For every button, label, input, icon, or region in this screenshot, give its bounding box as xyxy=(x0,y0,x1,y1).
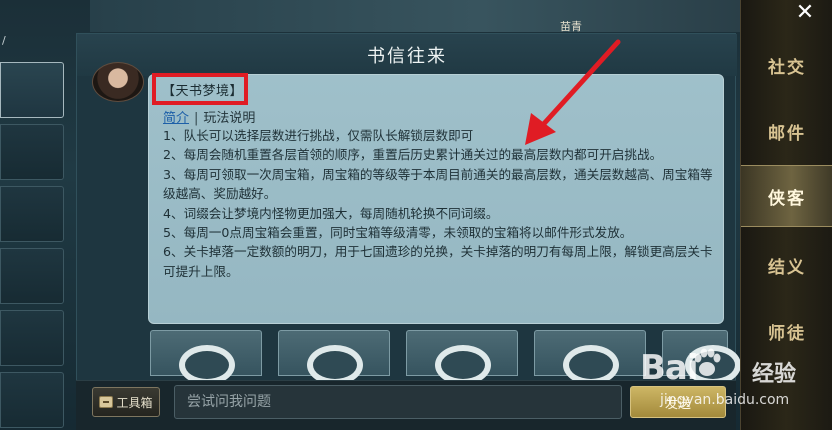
chest-dome-icon xyxy=(179,345,235,385)
rule-line: 2、每周会随机重置各层首领的顺序，重置后历史累计通关过的最高层数内都可开启挑战。 xyxy=(163,147,663,163)
left-list-item[interactable] xyxy=(0,372,64,428)
left-list-item[interactable] xyxy=(0,248,64,304)
reward-tile[interactable] xyxy=(406,330,518,385)
chest-dome-icon xyxy=(685,345,741,385)
left-list: / xyxy=(0,32,66,430)
message-content: 1、队长可以选择层数进行挑战，仅需队长解锁层数即可 2、每周会随机重置各层首领的… xyxy=(163,126,718,281)
rule-line: 6、关卡掉落一定数额的明刀，用于七国遗珍的兑换，关卡掉落的明刀有每周上限，解锁更… xyxy=(163,244,713,279)
rules-tab[interactable]: 玩法说明 xyxy=(203,111,255,126)
nav-item-mail[interactable]: 邮件 xyxy=(741,100,832,162)
rule-line: 4、词缀会让梦境内怪物更加强大，每周随机轮换不同词缀。 xyxy=(163,205,499,221)
avatar[interactable] xyxy=(92,62,144,102)
nav-item-master[interactable]: 师徒 xyxy=(741,300,832,362)
left-list-item[interactable] xyxy=(0,62,64,118)
intro-link[interactable]: 简介 xyxy=(163,111,189,126)
panel-title: 书信往来 xyxy=(77,34,737,76)
nav-item-sworn[interactable]: 结义 xyxy=(741,234,832,296)
toolbox-button[interactable]: 工具箱 xyxy=(92,387,160,417)
toolbox-label: 工具箱 xyxy=(116,395,153,410)
message-tabs: 简介 | 玩法说明 xyxy=(163,107,255,126)
top-banner-strip: 苗青 xyxy=(90,0,740,33)
top-banner-partial-text: 苗青 xyxy=(560,20,582,33)
rule-line: 1、队长可以选择层数进行挑战，仅需队长解锁层数即可 xyxy=(163,128,474,143)
send-button[interactable]: 发送 xyxy=(630,386,726,418)
chat-input[interactable] xyxy=(174,385,622,419)
message-tag: 【天书梦境】 xyxy=(162,84,244,99)
left-list-marker: / xyxy=(2,34,6,47)
right-nav: 社交 邮件 侠客 结义 师徒 xyxy=(740,0,832,430)
nav-item-hero[interactable]: 侠客 xyxy=(741,165,832,227)
reward-tile[interactable] xyxy=(150,330,262,385)
toolbox-icon xyxy=(99,396,114,408)
left-list-item[interactable] xyxy=(0,124,64,180)
nav-item-social[interactable]: 社交 xyxy=(741,34,832,96)
tab-separator: | xyxy=(194,111,199,126)
left-list-item[interactable] xyxy=(0,186,64,242)
chest-dome-icon xyxy=(435,345,491,385)
reward-tile[interactable] xyxy=(662,330,741,385)
rule-line: 5、每周一0点周宝箱会重置，同时宝箱等级清零，未领取的宝箱将以邮件形式发放。 xyxy=(163,225,633,241)
reward-tile[interactable] xyxy=(534,330,646,385)
reward-tile[interactable] xyxy=(278,330,390,385)
chest-dome-icon xyxy=(307,345,363,385)
left-list-item[interactable] xyxy=(0,310,64,366)
close-icon[interactable]: ✕ xyxy=(789,0,821,25)
chest-dome-icon xyxy=(563,345,619,385)
rule-line: 3、每周可领取一次周宝箱，周宝箱的等级等于本周目前通关的最高层数，通关层数越高、… xyxy=(163,166,713,202)
